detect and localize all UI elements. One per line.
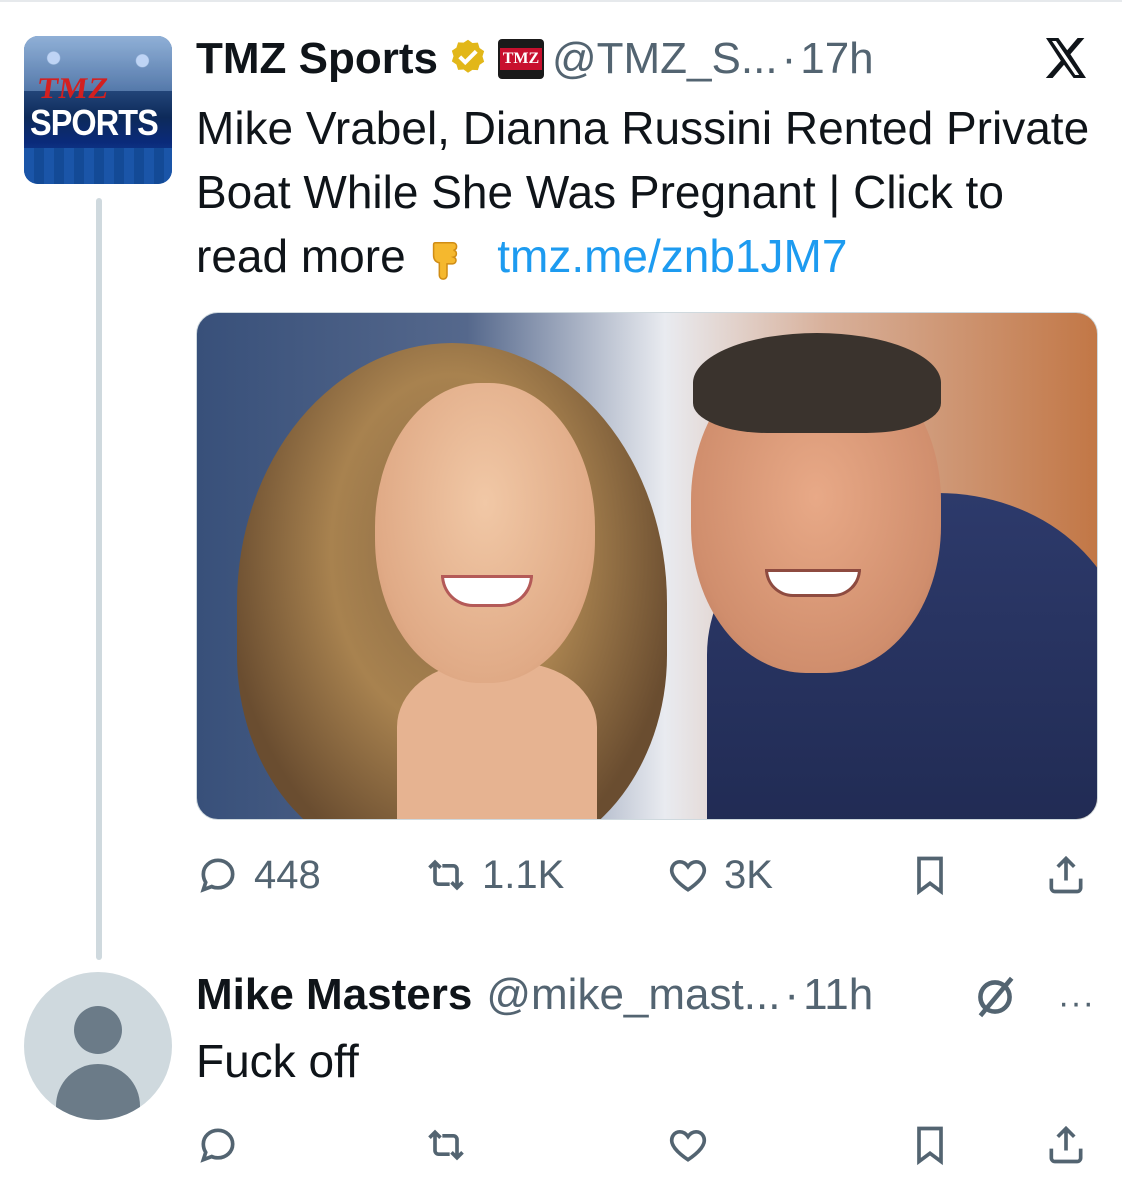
tweet-time[interactable]: 17h	[800, 34, 873, 84]
reply-author-handle[interactable]: @mike_mast...	[486, 970, 780, 1020]
tweet-header: TMZ Sports TMZ @TMZ_S... · 17h	[196, 34, 874, 84]
reply-icon	[200, 1128, 235, 1163]
woman-neck	[397, 663, 597, 819]
verified-badge-icon	[451, 39, 485, 73]
reply-button[interactable]: 448	[196, 845, 321, 905]
top-divider	[0, 0, 1122, 2]
reply-share-button[interactable]	[1044, 1115, 1088, 1175]
repost-icon	[428, 859, 464, 891]
tweet-media-image[interactable]	[196, 312, 1098, 820]
bookmark-button[interactable]	[908, 845, 952, 905]
heart-icon	[669, 859, 707, 892]
reply-author-name[interactable]: Mike Masters	[196, 970, 472, 1020]
like-button[interactable]: 3K	[666, 845, 773, 905]
avatar-tmz-text: TMZ	[35, 72, 112, 105]
man-smile	[765, 569, 861, 597]
avatar-sports-text: SPORTS	[30, 102, 159, 143]
bookmark-icon	[917, 856, 943, 896]
avatar-field	[24, 148, 172, 184]
tmz-sports-avatar[interactable]: TMZ SPORTS	[24, 36, 172, 184]
thread-line	[96, 198, 102, 960]
like-count: 3K	[724, 852, 773, 897]
more-options-button[interactable]: ···	[1058, 984, 1095, 1023]
avatar-body	[56, 1064, 140, 1120]
avatar-head	[74, 1006, 122, 1054]
reply-count: 448	[254, 852, 321, 897]
repost-count: 1.1K	[482, 852, 565, 897]
tweet-actions: 448 1.1K 3K	[196, 845, 1096, 905]
affiliate-badge-text: TMZ	[499, 48, 543, 70]
reply-repost-button[interactable]	[424, 1115, 468, 1175]
reply-text: Fuck off	[196, 1035, 359, 1087]
default-avatar[interactable]	[24, 972, 172, 1120]
muted-icon	[978, 976, 1014, 1018]
tweet-link[interactable]: tmz.me/znb1JM7	[497, 230, 847, 282]
reply-bookmark-button[interactable]	[908, 1115, 952, 1175]
reply-header: Mike Masters @mike_mast... · 11h	[196, 970, 873, 1020]
bookmark-icon	[917, 1126, 943, 1166]
reply-separator-dot: ·	[784, 970, 800, 1019]
author-name[interactable]: TMZ Sports	[196, 34, 438, 84]
separator-dot: ·	[781, 34, 797, 83]
reply-time[interactable]: 11h	[803, 970, 873, 1020]
reply-icon	[200, 858, 235, 893]
woman-face	[375, 383, 595, 683]
pointing-down-emoji	[433, 241, 458, 280]
man-hair	[693, 333, 941, 433]
share-icon	[1049, 1125, 1083, 1164]
reply-reply-button[interactable]	[196, 1115, 240, 1175]
reply-like-button[interactable]	[666, 1115, 710, 1175]
heart-icon	[669, 1129, 707, 1162]
share-button[interactable]	[1044, 845, 1088, 905]
x-logo-icon[interactable]	[1040, 34, 1092, 82]
author-handle[interactable]: @TMZ_S...	[552, 34, 778, 84]
share-icon	[1049, 855, 1083, 894]
reply-actions	[196, 1115, 1096, 1175]
repost-button[interactable]: 1.1K	[424, 845, 564, 905]
tweet-text: Mike Vrabel, Dianna Russini Rented Priva…	[196, 96, 1096, 288]
repost-icon	[428, 1129, 464, 1161]
affiliate-badge[interactable]: TMZ	[497, 39, 544, 79]
